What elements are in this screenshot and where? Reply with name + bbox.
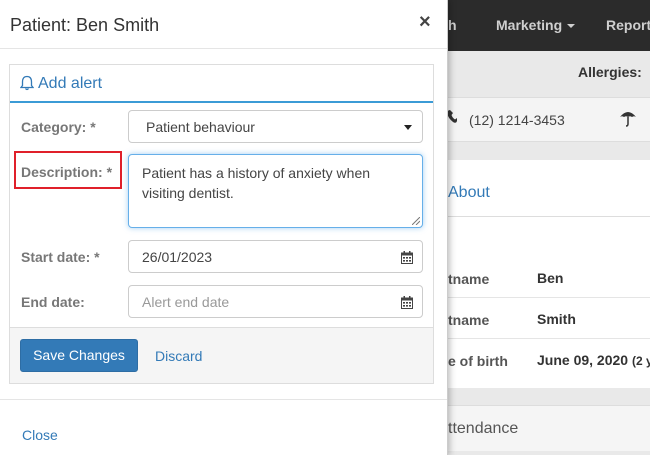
save-changes-button[interactable]: Save Changes (20, 339, 138, 372)
calendar-icon[interactable] (401, 251, 413, 264)
resize-grip-icon[interactable] (412, 217, 420, 225)
description-label: Description: * (21, 164, 113, 180)
attendance-label: ttendance (448, 420, 519, 437)
description-value: Patient has a history of anxiety when vi… (142, 165, 371, 201)
modal-footer: Close (0, 399, 447, 455)
bell-icon (20, 75, 34, 91)
detail-value-lastname: Smith (537, 311, 576, 327)
phone-number: (12) 1214-3453 (469, 112, 565, 128)
category-select[interactable]: Patient behaviour (128, 110, 423, 143)
modal-header: Patient: Ben Smith × (0, 0, 447, 49)
calendar-icon[interactable] (401, 296, 413, 309)
tab-about[interactable]: About (448, 184, 490, 202)
start-date-label: Start date: * (21, 249, 100, 265)
umbrella-icon (620, 112, 636, 127)
panel-footer: Save Changes Discard (10, 327, 433, 383)
row-divider (448, 338, 650, 339)
add-alert-modal: Patient: Ben Smith × Add alert Category:… (0, 0, 448, 455)
end-date-placeholder: Alert end date (142, 294, 230, 310)
category-selected-value: Patient behaviour (146, 119, 255, 135)
start-date-value: 26/01/2023 (142, 249, 213, 265)
description-textarea[interactable]: Patient has a history of anxiety when vi… (128, 154, 423, 228)
detail-value-dob: June 09, 2020 (2 y (537, 352, 650, 368)
phone-icon (447, 110, 457, 123)
end-date-input[interactable]: Alert end date (128, 285, 423, 318)
nav-item-partial[interactable]: h (448, 17, 457, 33)
nav-item-reports[interactable]: Report (606, 17, 650, 33)
detail-label-dob: e of birth (448, 353, 508, 369)
nav-item-marketing[interactable]: Marketing (496, 17, 576, 33)
chevron-down-icon (567, 24, 576, 29)
start-date-input[interactable]: 26/01/2023 (128, 240, 423, 273)
category-label: Category: * (21, 119, 96, 135)
attendance-section[interactable]: ttendance (448, 405, 650, 451)
close-icon[interactable]: × (419, 12, 431, 32)
panel-heading-text: Add alert (38, 75, 103, 92)
close-button[interactable]: Close (22, 427, 58, 443)
chevron-down-icon (404, 125, 412, 130)
detail-label-lastname: tname (448, 312, 490, 328)
panel-heading: Add alert (10, 65, 433, 103)
tab-divider (448, 216, 650, 217)
row-divider (448, 297, 650, 298)
discard-button[interactable]: Discard (155, 348, 202, 364)
modal-title: Patient: Ben Smith (10, 15, 160, 35)
add-alert-panel: Add alert Category: * Patient behaviour … (9, 64, 434, 384)
detail-label-firstname: tname (448, 271, 490, 287)
allergies-label: Allergies: (578, 64, 642, 80)
detail-value-firstname: Ben (537, 270, 564, 286)
end-date-label: End date: (21, 294, 85, 310)
